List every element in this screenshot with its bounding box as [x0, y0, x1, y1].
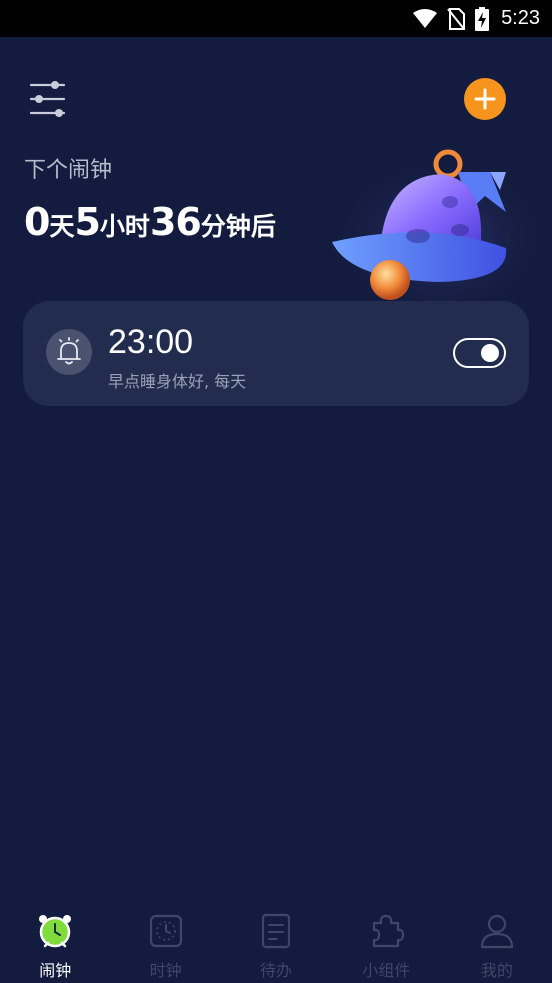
alarm-time: 23:00: [108, 323, 194, 361]
tab-widgets[interactable]: 小组件: [331, 903, 441, 983]
status-bar: 5:23: [0, 0, 552, 37]
bell-illustration: [330, 145, 550, 305]
bell-icon: [57, 337, 81, 365]
toggle-knob: [481, 344, 499, 362]
tab-label: 时钟: [149, 961, 182, 980]
tab-label: 闹钟: [39, 961, 72, 980]
countdown-minutes: 36: [149, 200, 202, 244]
countdown-days: 0: [24, 200, 50, 244]
settings-menu-button[interactable]: [28, 80, 68, 118]
alarm-item[interactable]: 23:00 早点睡身体好, 每天: [23, 301, 529, 406]
tab-todo[interactable]: 待办: [221, 903, 331, 983]
tab-profile[interactable]: 我的: [442, 903, 552, 983]
next-alarm-countdown: 0 天 5 小时 36 分钟后: [24, 200, 276, 244]
add-alarm-button[interactable]: [464, 78, 506, 120]
next-alarm-label: 下个闹钟: [24, 158, 113, 183]
clock-icon: [148, 913, 184, 949]
alarm-description: 早点睡身体好, 每天: [108, 372, 247, 391]
countdown-minutes-unit: 分钟后: [200, 212, 276, 241]
plus-icon: [474, 88, 496, 110]
puzzle-icon: [368, 913, 405, 949]
alarm-enabled-toggle[interactable]: [453, 338, 506, 368]
bottom-tab-bar: 闹钟 时钟 待办 小组件 我的: [0, 903, 552, 983]
sliders-icon: [29, 81, 66, 117]
countdown-days-unit: 天: [49, 212, 75, 241]
wifi-icon: [413, 8, 438, 28]
countdown-hours: 5: [74, 200, 100, 244]
user-icon: [479, 913, 515, 949]
tab-label: 我的: [480, 961, 513, 980]
countdown-hours-unit: 小时: [99, 212, 150, 241]
no-sim-icon: [447, 7, 466, 30]
tab-label: 待办: [260, 961, 293, 980]
todo-icon: [258, 913, 294, 949]
tab-label: 小组件: [362, 961, 411, 980]
alarm-bell-badge: [46, 329, 92, 375]
status-time: 5:23: [501, 7, 540, 29]
battery-charging-icon: [475, 6, 490, 31]
tab-alarm[interactable]: 闹钟: [0, 903, 110, 983]
tab-clock[interactable]: 时钟: [110, 903, 220, 983]
alarm-clock-icon: [37, 913, 73, 949]
